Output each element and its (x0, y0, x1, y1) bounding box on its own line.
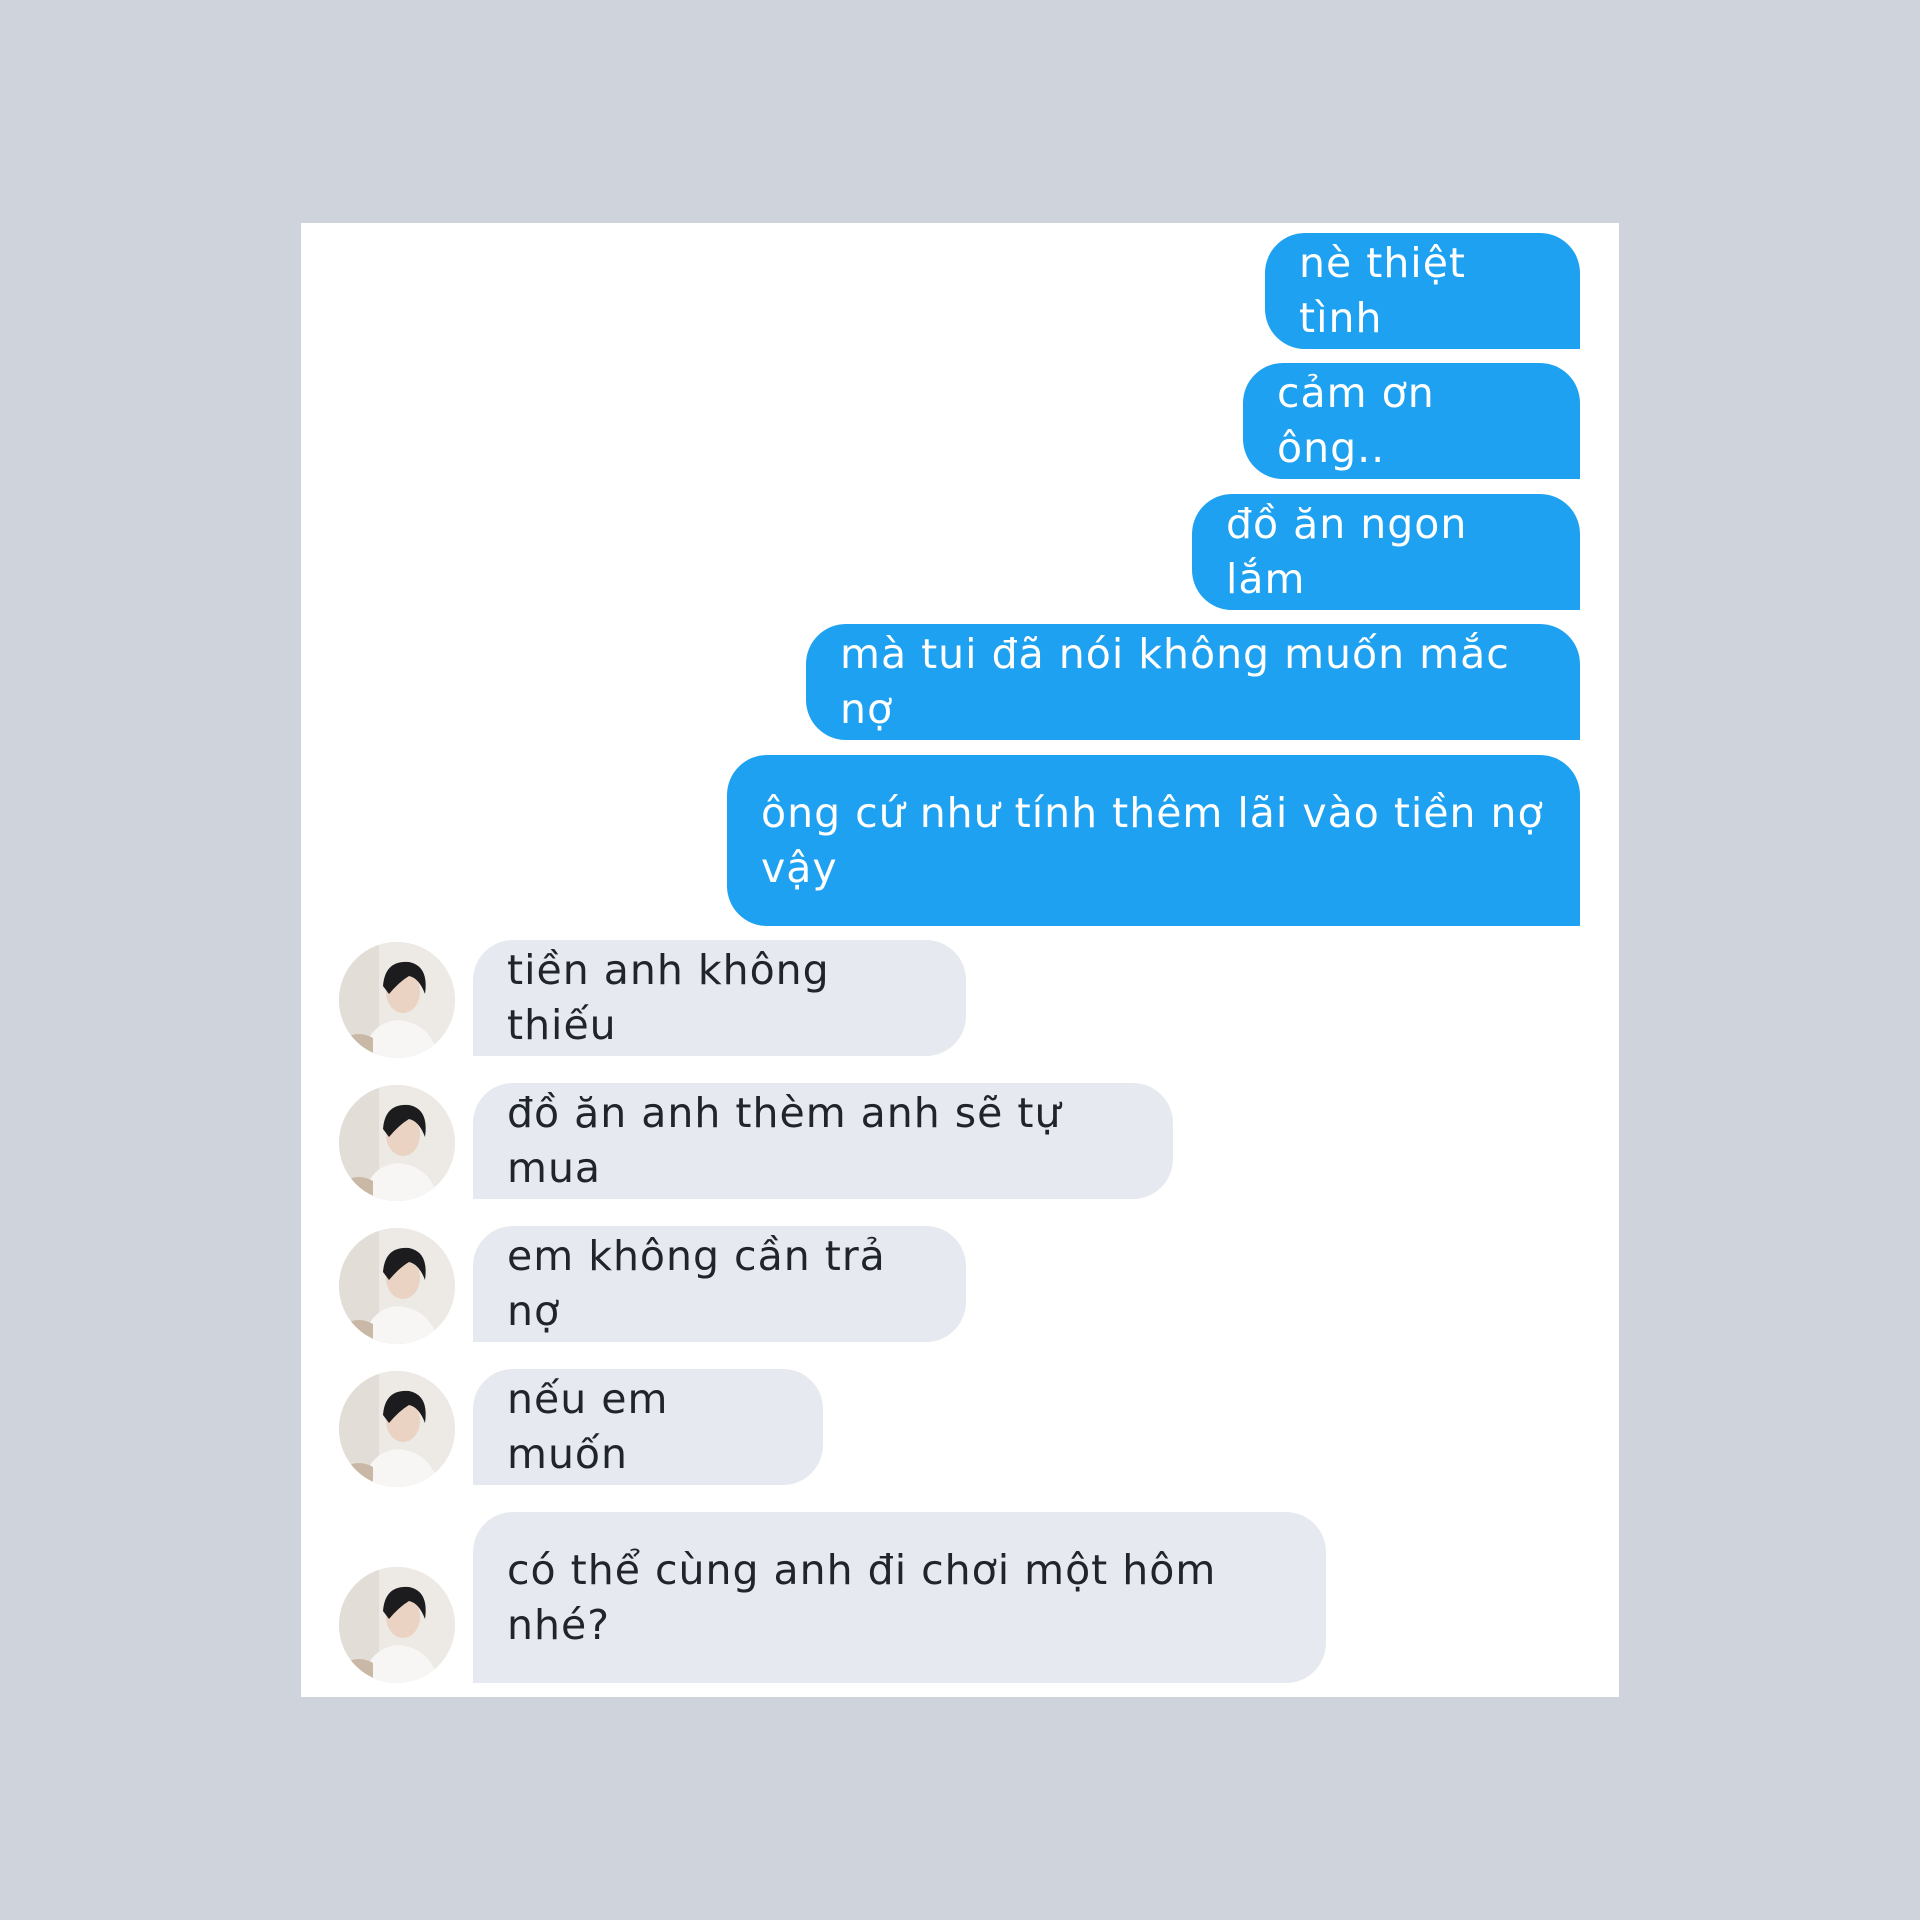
message-text: mà tui đã nói không muốn mắc nợ (840, 630, 1510, 733)
received-message[interactable]: em không cần trả nợ (473, 1226, 966, 1342)
chat-panel: nè thiệt tình cảm ơn ông.. đồ ăn ngon lắ… (301, 223, 1619, 1697)
avatar-photo-icon (339, 1085, 455, 1201)
avatar-photo-icon (339, 1228, 455, 1344)
sent-message[interactable]: đồ ăn ngon lắm (1192, 494, 1580, 610)
avatar-photo-icon (339, 1567, 455, 1683)
received-message[interactable]: có thể cùng anh đi chơi một hôm nhé? (473, 1512, 1326, 1683)
sent-message[interactable]: ông cứ như tính thêm lãi vào tiền nợ vậy (727, 755, 1580, 926)
contact-avatar[interactable] (339, 1228, 455, 1344)
message-text: có thể cùng anh đi chơi một hôm nhé? (507, 1545, 1217, 1649)
message-text: nè thiệt tình (1299, 239, 1466, 342)
message-text: đồ ăn ngon lắm (1226, 500, 1468, 603)
message-text: cảm ơn ông.. (1277, 369, 1435, 472)
contact-avatar[interactable] (339, 1371, 455, 1487)
message-text: em không cần trả nợ (507, 1232, 886, 1335)
contact-avatar[interactable] (339, 1085, 455, 1201)
message-text: nếu em muốn (507, 1375, 669, 1478)
received-message[interactable]: tiền anh không thiếu (473, 940, 966, 1056)
avatar-photo-icon (339, 942, 455, 1058)
message-text: ông cứ như tính thêm lãi vào tiền nợ vậy (761, 788, 1544, 892)
sent-message[interactable]: cảm ơn ông.. (1243, 363, 1580, 479)
contact-avatar[interactable] (339, 1567, 455, 1683)
received-message[interactable]: nếu em muốn (473, 1369, 823, 1485)
avatar-photo-icon (339, 1371, 455, 1487)
sent-message[interactable]: mà tui đã nói không muốn mắc nợ (806, 624, 1580, 740)
sent-message[interactable]: nè thiệt tình (1265, 233, 1580, 349)
message-text: tiền anh không thiếu (507, 946, 830, 1049)
message-text: đồ ăn anh thèm anh sẽ tự mua (507, 1089, 1062, 1192)
contact-avatar[interactable] (339, 942, 455, 1058)
received-message[interactable]: đồ ăn anh thèm anh sẽ tự mua (473, 1083, 1173, 1199)
